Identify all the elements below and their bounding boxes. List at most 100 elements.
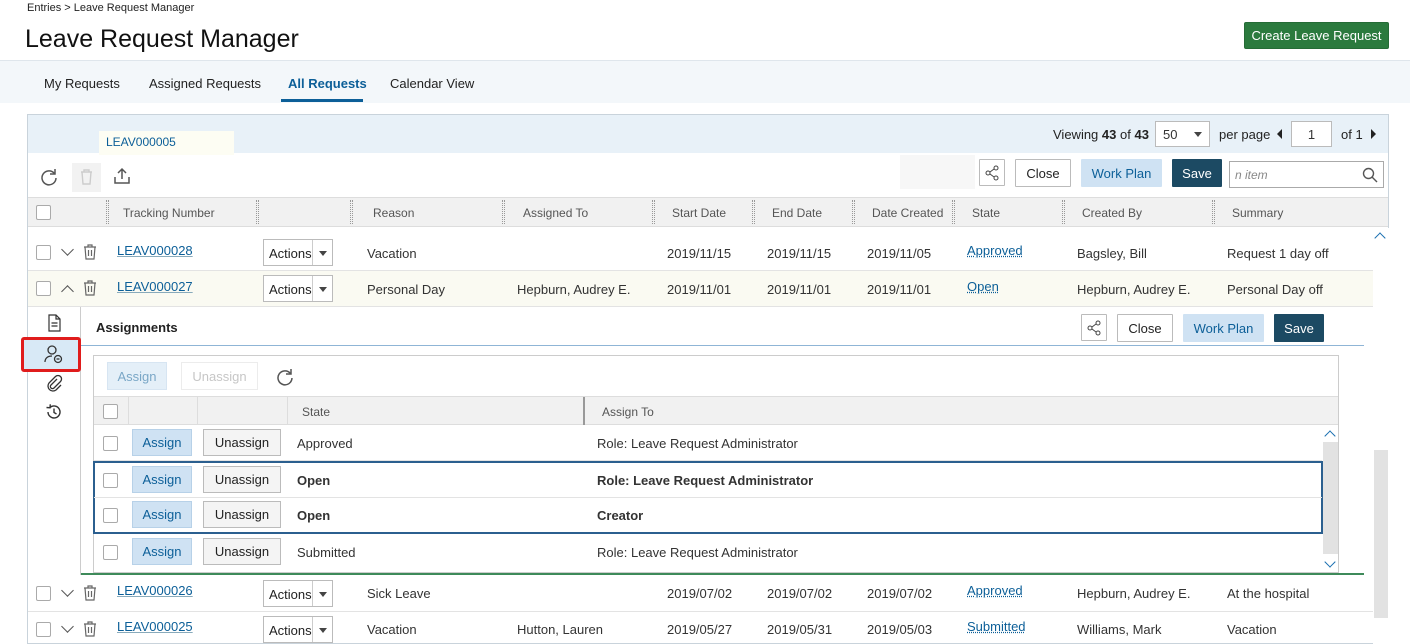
- column-header[interactable]: Date Created: [872, 206, 943, 220]
- assignments-close-button[interactable]: Close: [1117, 314, 1173, 342]
- search-input[interactable]: n item: [1229, 161, 1384, 188]
- column-header[interactable]: State: [302, 405, 330, 419]
- state-cell: Submitted: [297, 545, 356, 560]
- chevron-down-icon[interactable]: [61, 243, 74, 256]
- delete-button[interactable]: [72, 163, 101, 192]
- column-header[interactable]: Tracking Number: [123, 206, 215, 220]
- column-header[interactable]: State: [972, 206, 1000, 220]
- assignment-row[interactable]: Assign Unassign Open Role: Leave Request…: [94, 463, 1322, 498]
- refresh-icon[interactable]: [39, 167, 59, 187]
- assign-button[interactable]: Assign: [132, 501, 192, 528]
- assignments-save-button[interactable]: Save: [1274, 314, 1324, 342]
- close-button[interactable]: Close: [1015, 159, 1071, 187]
- row-checkbox[interactable]: [103, 545, 118, 560]
- row-checkbox[interactable]: [36, 622, 51, 637]
- scroll-up-icon[interactable]: [1324, 430, 1336, 442]
- chevron-down-icon[interactable]: [61, 584, 74, 597]
- column-header[interactable]: Assign To: [602, 405, 654, 419]
- column-header[interactable]: Reason: [373, 206, 414, 220]
- prev-page-icon[interactable]: [1277, 129, 1282, 139]
- row-checkbox[interactable]: [103, 436, 118, 451]
- table-row[interactable]: LEAV000027 Actions Personal Day Hepburn,…: [28, 271, 1374, 307]
- trash-icon[interactable]: [82, 279, 98, 297]
- tab-my-requests[interactable]: My Requests: [44, 76, 120, 91]
- table-row[interactable]: LEAV000028 Actions Vacation 2019/11/15 2…: [28, 235, 1374, 271]
- state-link[interactable]: Approved: [967, 243, 1023, 258]
- assign-toolbar-button[interactable]: Assign: [107, 362, 167, 390]
- row-checkbox[interactable]: [103, 508, 118, 523]
- unassign-button[interactable]: Unassign: [203, 429, 281, 456]
- trash-icon[interactable]: [82, 243, 98, 261]
- assignment-row[interactable]: Assign Unassign Approved Role: Leave Req…: [94, 426, 1322, 461]
- assign-button[interactable]: Assign: [132, 466, 192, 493]
- summary-cell: Personal Day off: [1227, 282, 1323, 297]
- actions-dropdown[interactable]: Actions: [263, 275, 333, 302]
- reason-cell: Vacation: [367, 246, 417, 261]
- tracking-number-link[interactable]: LEAV000027: [117, 279, 193, 294]
- next-page-icon[interactable]: [1371, 129, 1376, 139]
- unassign-button[interactable]: Unassign: [203, 466, 281, 493]
- column-header[interactable]: Start Date: [672, 206, 726, 220]
- grid-scrollbar-thumb[interactable]: [1374, 450, 1388, 618]
- assign-button[interactable]: Assign: [132, 429, 192, 456]
- state-link[interactable]: Open: [967, 279, 999, 294]
- column-header[interactable]: Assigned To: [523, 206, 588, 220]
- create-leave-request-button[interactable]: Create Leave Request: [1244, 22, 1389, 49]
- chevron-up-icon[interactable]: [61, 285, 74, 298]
- scroll-up-icon[interactable]: [1374, 232, 1386, 244]
- select-all-checkbox[interactable]: [103, 404, 118, 419]
- unassign-button[interactable]: Unassign: [203, 501, 281, 528]
- active-tab-indicator: [281, 99, 363, 102]
- assign-button[interactable]: Assign: [132, 538, 192, 565]
- unassign-toolbar-button[interactable]: Unassign: [181, 362, 258, 390]
- share-button[interactable]: [979, 159, 1005, 186]
- user-assign-icon: [44, 345, 63, 364]
- tab-calendar-view[interactable]: Calendar View: [390, 76, 474, 91]
- actions-dropdown[interactable]: Actions: [263, 580, 333, 607]
- assignment-row[interactable]: Assign Unassign Submitted Role: Leave Re…: [94, 535, 1322, 570]
- row-checkbox[interactable]: [36, 586, 51, 601]
- export-icon[interactable]: [112, 166, 132, 186]
- row-checkbox[interactable]: [103, 473, 118, 488]
- chevron-down-icon[interactable]: [61, 620, 74, 633]
- tracking-number-link[interactable]: LEAV000026: [117, 583, 193, 598]
- actions-dropdown[interactable]: Actions: [263, 616, 333, 643]
- unassign-button[interactable]: Unassign: [203, 538, 281, 565]
- assign-to-cell: Role: Leave Request Administrator: [597, 473, 814, 488]
- column-header[interactable]: Created By: [1082, 206, 1142, 220]
- tracking-number-link[interactable]: LEAV000025: [117, 619, 193, 634]
- tab-assigned-requests[interactable]: Assigned Requests: [149, 76, 261, 91]
- state-link[interactable]: Approved: [967, 583, 1023, 598]
- actions-dropdown[interactable]: Actions: [263, 239, 333, 266]
- created-by-cell: Hepburn, Audrey E.: [1077, 586, 1191, 601]
- column-header[interactable]: End Date: [772, 206, 822, 220]
- save-button[interactable]: Save: [1172, 159, 1222, 187]
- paperclip-icon[interactable]: [45, 374, 63, 392]
- assign-to-cell: Role: Leave Request Administrator: [597, 545, 798, 560]
- trash-icon[interactable]: [82, 620, 98, 638]
- trash-icon[interactable]: [82, 584, 98, 602]
- tab-all-requests[interactable]: All Requests: [288, 76, 367, 91]
- per-page-select[interactable]: 50: [1155, 121, 1210, 147]
- history-icon[interactable]: [45, 403, 63, 421]
- row-checkbox[interactable]: [36, 245, 51, 260]
- document-icon[interactable]: [46, 314, 62, 332]
- assignments-scrollbar[interactable]: [1323, 428, 1338, 571]
- table-row[interactable]: LEAV000025 Actions Vacation Hutton, Laur…: [28, 612, 1374, 644]
- summary-cell: Vacation: [1227, 622, 1277, 637]
- search-icon[interactable]: [1362, 167, 1378, 183]
- assignments-share-button[interactable]: [1081, 314, 1107, 341]
- scroll-down-icon[interactable]: [1324, 556, 1336, 568]
- assignment-row[interactable]: Assign Unassign Open Creator: [94, 498, 1322, 533]
- work-plan-button[interactable]: Work Plan: [1081, 159, 1162, 187]
- state-link[interactable]: Submitted: [967, 619, 1026, 634]
- assignments-work-plan-button[interactable]: Work Plan: [1183, 314, 1264, 342]
- open-document-tab[interactable]: LEAV000005: [99, 131, 234, 155]
- row-checkbox[interactable]: [36, 281, 51, 296]
- page-number-input[interactable]: 1: [1291, 121, 1332, 147]
- table-row[interactable]: LEAV000026 Actions Sick Leave 2019/07/02…: [28, 576, 1374, 612]
- refresh-icon[interactable]: [275, 367, 295, 387]
- tracking-number-link[interactable]: LEAV000028: [117, 243, 193, 258]
- column-header[interactable]: Summary: [1232, 206, 1283, 220]
- select-all-checkbox[interactable]: [36, 205, 51, 220]
